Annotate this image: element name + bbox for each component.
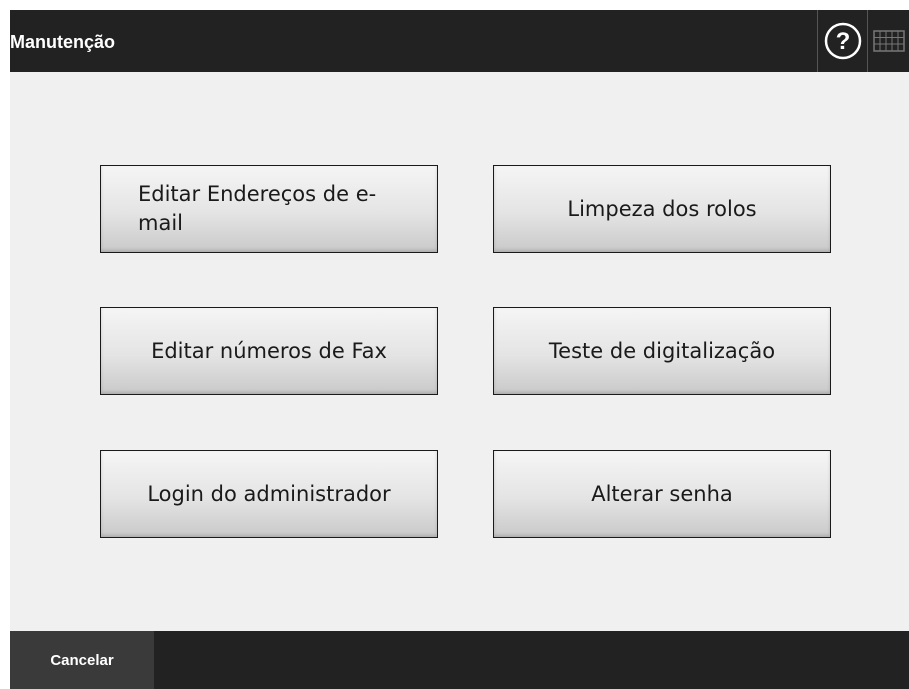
keyboard-icon [872,30,905,52]
page-title: Manutenção [10,32,116,52]
maintenance-screen: Manutenção ? Editar Endereços de e-mail [10,10,909,689]
header-bar: Manutenção ? [10,10,909,72]
svg-text:?: ? [835,28,850,55]
cancel-button[interactable]: Cancelar [10,631,154,689]
roller-cleaning-button[interactable]: Limpeza dos rolos [493,165,831,253]
edit-email-addresses-label: Editar Endereços de e-mail [138,181,377,235]
maintenance-menu: Editar Endereços de e-mail Limpeza dos r… [10,72,909,631]
edit-fax-numbers-label: Editar números de Fax [151,339,387,363]
keyboard-button[interactable] [867,10,909,72]
change-password-button[interactable]: Alterar senha [493,450,831,538]
edit-email-addresses-button[interactable]: Editar Endereços de e-mail [100,165,438,253]
edit-fax-numbers-button[interactable]: Editar números de Fax [100,307,438,395]
roller-cleaning-label: Limpeza dos rolos [567,197,757,221]
admin-login-button[interactable]: Login do administrador [100,450,438,538]
scan-test-button[interactable]: Teste de digitalização [493,307,831,395]
help-button[interactable]: ? [817,10,867,72]
footer-bar: Cancelar [10,631,909,689]
help-circle-icon: ? [824,22,861,60]
change-password-label: Alterar senha [591,482,733,506]
admin-login-label: Login do administrador [147,482,391,506]
scan-test-label: Teste de digitalização [548,339,776,363]
